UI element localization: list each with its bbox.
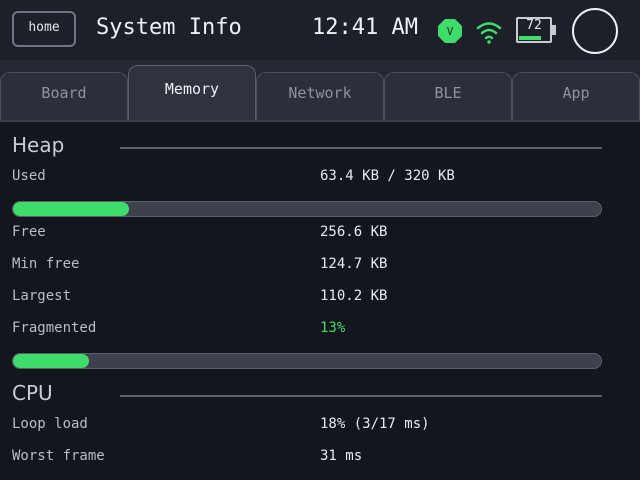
- battery-tip: [552, 25, 556, 35]
- battery-level: 72: [526, 18, 542, 33]
- header-bar: home System Info 12:41 AM V 72: [0, 0, 640, 60]
- tab-app[interactable]: App: [512, 72, 640, 120]
- used-value: 63.4 KB / 320 KB: [320, 168, 455, 184]
- wifi-icon: [476, 22, 502, 44]
- heap-used-bar: [12, 201, 602, 217]
- free-value: 256.6 KB: [320, 224, 388, 240]
- largest-label: Largest: [12, 288, 72, 304]
- cpu-section-title: CPU: [12, 381, 53, 405]
- tab-board[interactable]: Board: [0, 72, 128, 120]
- fragmentation-bar-fill: [13, 354, 90, 368]
- used-label: Used: [12, 168, 46, 184]
- fragmented-value: 13%: [320, 320, 346, 336]
- circle-button[interactable]: [572, 8, 618, 54]
- heap-section-title: Heap: [12, 133, 65, 157]
- tab-divider: [0, 120, 640, 122]
- tab-memory[interactable]: Memory: [128, 65, 256, 122]
- clock: 12:41 AM: [312, 15, 418, 40]
- heap-section-rule: [120, 147, 602, 149]
- v-badge-icon: V: [438, 19, 462, 43]
- fragmentation-bar: [12, 353, 602, 369]
- loop-load-label: Loop load: [12, 416, 88, 432]
- worst-frame-label: Worst frame: [12, 448, 105, 464]
- heap-used-bar-fill: [13, 202, 130, 216]
- tab-network[interactable]: Network: [256, 72, 384, 120]
- home-button[interactable]: home: [12, 11, 76, 47]
- min-free-value: 124.7 KB: [320, 256, 388, 272]
- tab-bar: Board Memory Network BLE App: [0, 60, 640, 122]
- battery-indicator: 72: [516, 17, 556, 43]
- cpu-section-rule: [120, 395, 602, 397]
- battery-fill: [519, 36, 541, 40]
- largest-value: 110.2 KB: [320, 288, 388, 304]
- loop-load-value: 18% (3/17 ms): [320, 416, 430, 432]
- fragmented-label: Fragmented: [12, 320, 97, 336]
- free-label: Free: [12, 224, 46, 240]
- tab-ble[interactable]: BLE: [384, 72, 512, 120]
- system-info-screen: home System Info 12:41 AM V 72 Board Mem…: [0, 0, 640, 480]
- min-free-label: Min free: [12, 256, 80, 272]
- v-badge-letter: V: [447, 25, 454, 38]
- page-title: System Info: [96, 15, 242, 40]
- worst-frame-value: 31 ms: [320, 448, 363, 464]
